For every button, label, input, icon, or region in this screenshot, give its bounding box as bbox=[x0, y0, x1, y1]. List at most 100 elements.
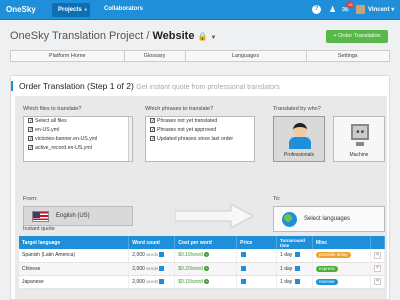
checkbox-checked-icon[interactable]: ✓ bbox=[28, 127, 33, 133]
phrases-list[interactable]: ✓ Phrases not yet translated ✓ Phrases not… bbox=[145, 116, 255, 162]
tab-platform-home[interactable]: Platform Home bbox=[10, 50, 124, 62]
files-label: Which files to translate? bbox=[23, 106, 82, 112]
tab-settings[interactable]: Settings bbox=[305, 50, 390, 62]
people-icon[interactable]: ♟ bbox=[329, 5, 336, 14]
select-languages-button[interactable]: Select languages bbox=[273, 206, 385, 232]
word-count: 2,000 words bbox=[128, 249, 176, 263]
price-icon bbox=[241, 265, 247, 271]
globe-icon bbox=[282, 212, 297, 227]
professional-body-icon bbox=[289, 137, 311, 149]
word-count: 2,000 words bbox=[128, 275, 176, 289]
plus-icon[interactable]: + bbox=[204, 265, 210, 271]
status-badge: possible delay bbox=[316, 252, 351, 259]
remove-icon[interactable]: × bbox=[373, 251, 381, 259]
column-header[interactable]: Turnaround time bbox=[276, 236, 314, 249]
machine-label: Machine bbox=[349, 152, 369, 158]
turnaround: 1 day bbox=[276, 262, 314, 276]
lock-icon: 🔒 bbox=[197, 32, 208, 41]
quote-table: Target language Word count Cost per word… bbox=[19, 236, 386, 289]
remove-icon[interactable]: × bbox=[373, 265, 381, 272]
calendar-icon[interactable] bbox=[294, 265, 300, 271]
word-count: 2,000 words bbox=[128, 262, 176, 276]
target-language: Japanese bbox=[19, 275, 130, 289]
plus-icon[interactable]: + bbox=[204, 278, 210, 284]
file-item[interactable]: ✓ Select all files bbox=[24, 117, 132, 126]
column-header[interactable]: Price bbox=[236, 236, 278, 249]
phrase-option[interactable]: ✓ Phrases not yet approved bbox=[146, 126, 254, 135]
plus-icon[interactable]: + bbox=[204, 252, 210, 258]
table-row: Japanese 2,000 words $0.15/word + 1 day … bbox=[19, 275, 386, 289]
order-panel: Order Translation (Step 1 of 2) Get inst… bbox=[10, 75, 390, 300]
checkbox-checked-icon[interactable]: ✓ bbox=[28, 145, 33, 151]
from-language: English (US) bbox=[56, 213, 90, 219]
phrase-option[interactable]: ✓ Updated phrases since last order bbox=[146, 135, 254, 144]
from-language-box: English (US) bbox=[23, 206, 133, 226]
column-header[interactable]: Cost per word bbox=[174, 236, 238, 249]
column-header[interactable]: Word count bbox=[128, 236, 176, 249]
checkbox-checked-icon[interactable]: ✓ bbox=[28, 136, 33, 142]
machine-option[interactable]: ■ ■ Machine bbox=[333, 116, 385, 162]
user-menu[interactable]: Vincent ▾ bbox=[368, 6, 394, 13]
order-title: Order Translation (Step 1 of 2) Get inst… bbox=[11, 81, 280, 91]
to-label: To: bbox=[273, 196, 281, 202]
file-item[interactable]: ✓ victories-banner.en-US.yml bbox=[24, 135, 132, 144]
checkbox-checked-icon[interactable]: ✓ bbox=[150, 127, 155, 133]
column-header bbox=[370, 236, 386, 249]
remove-icon[interactable]: × bbox=[373, 278, 381, 285]
projects-label: Projects bbox=[58, 7, 82, 13]
project-name[interactable]: OneSky Translation Project / bbox=[10, 30, 149, 42]
projects-menu-button[interactable]: Projects ▼ bbox=[52, 3, 90, 17]
professional-person-icon bbox=[293, 123, 307, 137]
professionals-label: Professionals bbox=[283, 152, 314, 158]
order-translation-button[interactable]: + Order Translation bbox=[326, 30, 388, 43]
table-row: Chinese 2,000 words $0.20/word + 1 day e… bbox=[19, 262, 386, 276]
select-languages-label: Select languages bbox=[304, 216, 351, 222]
phrase-option[interactable]: ✓ Phrases not yet translated bbox=[146, 117, 254, 126]
file-item[interactable]: ✓ en-US.yml bbox=[24, 126, 132, 135]
edit-icon[interactable] bbox=[159, 252, 165, 258]
project-tabs: Platform Home Glossary Languages Setting… bbox=[10, 50, 390, 62]
chevron-down-icon[interactable]: ▼ bbox=[211, 35, 217, 41]
price bbox=[236, 275, 278, 289]
checkbox-checked-icon[interactable]: ✓ bbox=[150, 118, 155, 124]
checkbox-checked-icon[interactable]: ✓ bbox=[150, 136, 155, 142]
logo[interactable]: OneSky bbox=[6, 5, 36, 14]
arrow-right-icon bbox=[175, 204, 253, 228]
order-form: Which files to translate? ✓ Select all fi… bbox=[15, 96, 387, 299]
remove-cell: × bbox=[370, 249, 386, 263]
files-list[interactable]: ✓ Select all files ✓ en-US.yml ✓ victories-… bbox=[23, 116, 133, 162]
robot-icon: ■ ■ bbox=[351, 124, 369, 140]
turnaround: 1 day bbox=[276, 249, 314, 263]
price bbox=[236, 249, 278, 263]
notification-badge: 18 bbox=[346, 2, 355, 8]
calendar-icon[interactable] bbox=[294, 252, 300, 258]
professionals-option[interactable]: Professionals bbox=[273, 116, 325, 162]
target-language: Chinese bbox=[19, 262, 130, 276]
translator-label: Translated by who? bbox=[273, 106, 321, 112]
checkbox-checked-icon[interactable]: ✓ bbox=[28, 118, 33, 124]
scrollbar[interactable] bbox=[128, 117, 132, 161]
help-icon[interactable]: ? bbox=[312, 5, 321, 14]
misc: reviewe bbox=[312, 275, 371, 289]
subproject-name[interactable]: Website bbox=[152, 30, 194, 42]
tab-languages[interactable]: Languages bbox=[184, 50, 306, 62]
column-header[interactable]: Target language bbox=[19, 236, 130, 249]
cost-per-word: $0.15/word + bbox=[174, 275, 238, 289]
price-icon bbox=[241, 278, 247, 284]
avatar[interactable] bbox=[356, 5, 365, 14]
file-item[interactable]: ✓ active_record.en-US.yml bbox=[24, 144, 132, 153]
from-label: From: bbox=[23, 196, 38, 202]
column-header[interactable]: Misc bbox=[312, 236, 371, 249]
phrases-label: Which phrases to translate? bbox=[145, 106, 214, 112]
edit-icon[interactable] bbox=[159, 278, 165, 284]
calendar-icon[interactable] bbox=[294, 278, 300, 284]
order-title-text: Order Translation (Step 1 of 2) bbox=[19, 81, 134, 91]
status-badge: reviewe bbox=[316, 278, 338, 285]
cost-per-word: $0.20/word + bbox=[174, 262, 238, 276]
edit-icon[interactable] bbox=[159, 265, 165, 271]
remove-cell: × bbox=[370, 275, 386, 289]
remove-cell: × bbox=[370, 262, 386, 276]
collaborators-link[interactable]: Collaborators bbox=[104, 6, 143, 12]
instant-quote-label: Instant quote bbox=[23, 226, 55, 232]
tab-glossary[interactable]: Glossary bbox=[123, 50, 185, 62]
